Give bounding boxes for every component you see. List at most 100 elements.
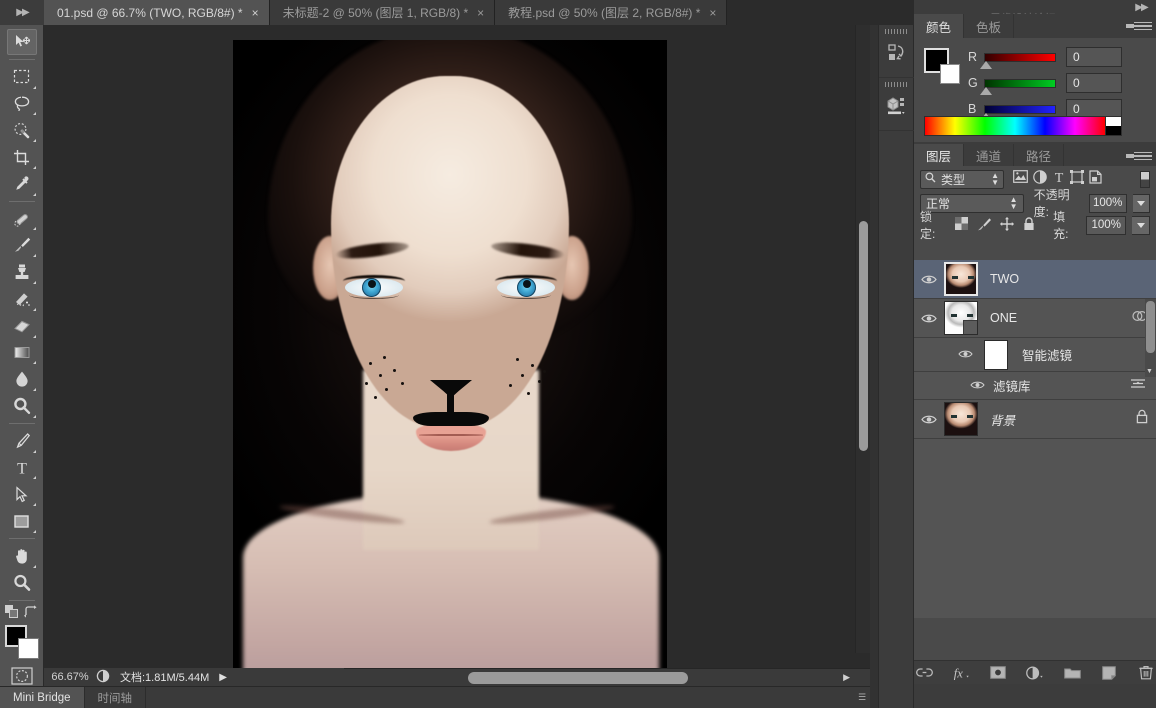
filter-gallery-row[interactable]: 滤镜库 <box>914 372 1156 400</box>
layer-thumbnail[interactable] <box>944 402 978 436</box>
tab-channels[interactable]: 通道 <box>964 144 1014 166</box>
lock-position-icon[interactable] <box>1000 217 1014 234</box>
filter-visibility-toggle[interactable] <box>970 377 985 395</box>
layer-visibility-toggle[interactable] <box>914 414 944 425</box>
background-color-swatch[interactable] <box>18 638 39 659</box>
canvas-vertical-scroll-thumb[interactable] <box>859 221 868 451</box>
layer-visibility-toggle[interactable] <box>914 313 944 324</box>
layer-row-background[interactable]: 背景 <box>914 400 1156 439</box>
swap-colors-icon[interactable] <box>24 605 38 623</box>
smartobject-filter-icon[interactable] <box>1089 170 1103 189</box>
canvas-vertical-scrollbar[interactable] <box>855 25 870 653</box>
layer-style-fx-icon[interactable]: fx <box>952 664 970 682</box>
channel-b-slider[interactable] <box>984 105 1056 114</box>
lock-all-icon[interactable] <box>1136 409 1148 429</box>
opacity-dropdown-arrow[interactable] <box>1133 194 1150 213</box>
layer-filter-toggle-switch[interactable] <box>1140 171 1150 188</box>
new-layer-icon[interactable] <box>1100 664 1118 682</box>
layer-group-scrollbar[interactable]: ▼ <box>1145 299 1156 377</box>
dodge-tool[interactable] <box>7 393 37 419</box>
opacity-value[interactable]: 100% <box>1089 194 1127 213</box>
add-layer-mask-icon[interactable] <box>989 664 1007 682</box>
document-tab-3[interactable]: 教程.psd @ 50% (图层 2, RGB/8#) * × <box>495 0 727 25</box>
bottom-dock-menu-icon[interactable]: ☰ <box>854 687 870 708</box>
rectangular-marquee-tool[interactable] <box>7 64 37 90</box>
fill-value[interactable]: 100% <box>1086 216 1126 235</box>
spot-healing-brush-tool[interactable] <box>7 206 37 232</box>
history-brush-tool[interactable] <box>7 286 37 312</box>
layer-row-one[interactable]: ONE <box>914 299 1156 338</box>
quick-mask-toggle[interactable] <box>11 666 33 686</box>
smart-filters-row[interactable]: 智能滤镜 <box>914 338 1156 372</box>
default-colors-icon[interactable] <box>5 605 18 623</box>
layer-thumbnail[interactable] <box>944 262 978 296</box>
smart-filter-visibility-toggle[interactable] <box>958 346 973 364</box>
document-tab-1[interactable]: 01.psd @ 66.7% (TWO, RGB/8#) * × <box>44 0 270 25</box>
3d-panel-button[interactable] <box>879 87 915 131</box>
fill-dropdown-arrow[interactable] <box>1132 216 1150 235</box>
layer-visibility-toggle[interactable] <box>914 274 944 285</box>
blur-tool[interactable] <box>7 366 37 392</box>
spectrum-strip[interactable] <box>924 116 1106 136</box>
lock-all-icon[interactable] <box>1023 217 1035 234</box>
hand-tool[interactable] <box>7 543 37 569</box>
eyedropper-tool[interactable] <box>7 171 37 197</box>
link-layers-icon[interactable] <box>915 664 933 682</box>
background-color-swatch[interactable] <box>940 64 960 84</box>
new-group-icon[interactable] <box>1063 664 1081 682</box>
tab-swatches[interactable]: 色板 <box>964 14 1014 38</box>
canvas-horizontal-scroll-thumb[interactable] <box>468 672 688 684</box>
quick-selection-tool[interactable] <box>7 117 37 143</box>
tab-color[interactable]: 颜色 <box>914 14 964 38</box>
lock-image-icon[interactable] <box>977 217 991 234</box>
black-white-strip[interactable] <box>1106 116 1122 136</box>
filter-name[interactable]: 滤镜库 <box>993 376 1031 395</box>
layer-thumbnail[interactable] <box>944 301 978 335</box>
pen-tool[interactable] <box>7 428 37 454</box>
tab-paths[interactable]: 路径 <box>1014 144 1064 166</box>
channel-g-slider[interactable] <box>984 79 1056 88</box>
rectangle-tool[interactable] <box>7 508 37 534</box>
lock-transparent-icon[interactable] <box>955 217 968 233</box>
bottom-tab-timeline[interactable]: 时间轴 <box>85 687 147 708</box>
layer-name[interactable]: ONE <box>990 311 1017 325</box>
layer-name[interactable]: 背景 <box>990 410 1015 429</box>
scroll-right-arrow-icon[interactable]: ▶ <box>843 672 850 683</box>
gradient-tool[interactable] <box>7 340 37 366</box>
move-tool[interactable] <box>7 29 37 55</box>
layers-panel-menu-icon[interactable] <box>1134 149 1152 163</box>
bottom-tab-mini-bridge[interactable]: Mini Bridge <box>0 687 85 708</box>
close-icon[interactable]: × <box>250 7 261 19</box>
zoom-level-field[interactable]: 66.67% <box>44 671 96 683</box>
status-expand-arrow-icon[interactable]: ▶ <box>219 672 227 683</box>
lasso-tool[interactable] <box>7 91 37 117</box>
path-selection-tool[interactable] <box>7 481 37 507</box>
channel-r-value[interactable]: 0 <box>1066 47 1122 67</box>
crop-tool[interactable] <box>7 144 37 170</box>
clone-stamp-tool[interactable] <box>7 259 37 285</box>
scroll-down-arrow-icon[interactable]: ▼ <box>1146 368 1153 375</box>
color-panel-swatches[interactable] <box>924 48 960 84</box>
color-swatches[interactable] <box>5 625 39 659</box>
channel-r-slider[interactable] <box>984 53 1056 62</box>
color-spectrum-ramp[interactable] <box>924 116 1122 136</box>
layer-filter-type-select[interactable]: 类型 ▲▼ <box>920 170 1004 189</box>
layer-row-two[interactable]: TWO <box>914 260 1156 299</box>
tab-layers[interactable]: 图层 <box>914 144 964 166</box>
type-tool[interactable]: T <box>7 455 37 481</box>
channel-g-value[interactable]: 0 <box>1066 73 1122 93</box>
proof-colors-icon[interactable] <box>96 669 110 686</box>
smart-filter-mask-thumbnail[interactable] <box>984 340 1008 370</box>
document-tab-2[interactable]: 未标题-2 @ 50% (图层 1, RGB/8) * × <box>270 0 496 25</box>
eraser-tool[interactable] <box>7 313 37 339</box>
delete-layer-icon[interactable] <box>1137 664 1155 682</box>
close-icon[interactable]: × <box>707 7 718 19</box>
close-icon[interactable]: × <box>475 7 486 19</box>
brush-tool[interactable] <box>7 232 37 258</box>
document-canvas[interactable] <box>233 40 667 668</box>
collapse-panels-left-button[interactable]: ▶▶ <box>0 0 44 25</box>
layer-name[interactable]: TWO <box>990 272 1019 286</box>
zoom-tool[interactable] <box>7 570 37 596</box>
color-panel-menu-icon[interactable] <box>1134 19 1152 33</box>
new-adjustment-layer-icon[interactable] <box>1026 664 1044 682</box>
